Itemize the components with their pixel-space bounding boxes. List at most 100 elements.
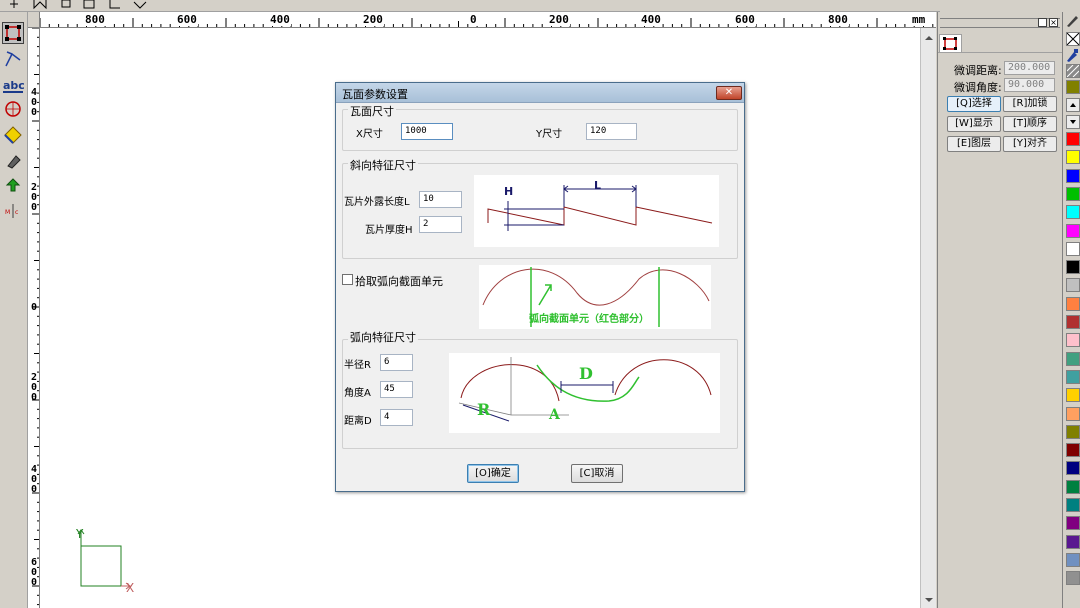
color-swatch[interactable] — [1066, 534, 1080, 549]
pick-arc-checkbox[interactable] — [342, 274, 353, 285]
diagram-h-label: H — [504, 185, 513, 198]
align-button[interactable]: [Y]对齐 — [1003, 136, 1057, 152]
color-swatch[interactable] — [1066, 205, 1080, 220]
ruler-label: 800 — [827, 13, 849, 26]
display-button[interactable]: [W]显示 — [947, 116, 1001, 132]
top-toolbar-icons[interactable] — [0, 0, 160, 12]
ruler-label: 600 — [176, 13, 198, 26]
fine-distance-field[interactable]: 200.000 — [1004, 61, 1055, 75]
color-swatch[interactable] — [1066, 351, 1080, 366]
ruler-label: 200 — [362, 13, 384, 26]
radius-input[interactable]: 6 — [380, 354, 413, 371]
slope-group-title: 斜向特征尺寸 — [348, 157, 418, 173]
color-swatch[interactable] — [1066, 260, 1080, 275]
tab-select[interactable] — [939, 34, 962, 52]
color-swatch[interactable] — [1066, 461, 1080, 476]
pick-arc-label: 拾取弧向截面单元 — [355, 275, 443, 288]
exposed-length-input[interactable]: 10 — [419, 191, 462, 208]
rectangle-select-icon[interactable] — [2, 22, 24, 44]
vertical-ruler: 4 0 0 2 0 0 0 2 0 0 4 0 0 6 0 0 — [28, 28, 40, 608]
node-edit-icon[interactable] — [2, 48, 24, 70]
palette-scroll-up-icon[interactable] — [1066, 98, 1080, 112]
color-swatch[interactable] — [1066, 388, 1080, 403]
dimension-tool-icon[interactable]: Mc — [2, 200, 24, 222]
color-palette — [1062, 12, 1080, 608]
layer-tool-icon[interactable] — [2, 174, 24, 196]
color-swatch[interactable] — [1066, 516, 1080, 531]
cancel-button[interactable]: [C]取消 — [571, 464, 623, 483]
no-color-icon[interactable] — [1066, 32, 1080, 46]
color-swatch[interactable] — [1066, 443, 1080, 458]
lock-button[interactable]: [R]加锁 — [1003, 96, 1057, 112]
scroll-up-icon[interactable] — [921, 30, 937, 46]
tile-parameters-dialog: 瓦面参数设置 ✕ 瓦面尺寸 X尺寸 1000 Y尺寸 120 斜向特征尺寸 瓦片… — [335, 82, 745, 492]
x-axis-label: X — [126, 581, 134, 595]
svg-text:c: c — [15, 209, 18, 216]
ruler-label: 600 — [734, 13, 756, 26]
color-swatch[interactable] — [1066, 80, 1080, 94]
ruler-label: 4 0 0 — [30, 87, 38, 118]
diagram-a-label: A — [548, 407, 561, 423]
dialog-titlebar[interactable]: 瓦面参数设置 ✕ — [336, 83, 744, 103]
text-tool-icon[interactable]: abc — [2, 74, 24, 96]
color-swatch[interactable] — [1066, 315, 1080, 329]
color-swatch[interactable] — [1066, 168, 1080, 183]
pattern-swatch[interactable] — [1066, 64, 1080, 78]
y-size-input[interactable]: 120 — [586, 123, 637, 140]
svg-text:abc: abc — [3, 79, 24, 92]
ruler-label: 6 0 0 — [30, 557, 38, 588]
fine-angle-label: 微调角度: — [954, 81, 1002, 94]
dialog-title: 瓦面参数设置 — [342, 88, 408, 101]
ruler-label: 0 — [469, 13, 478, 26]
dialog-close-button[interactable]: ✕ — [716, 86, 742, 100]
layer-button[interactable]: [E]图层 — [947, 136, 1001, 152]
ok-button[interactable]: [O]确定 — [467, 464, 519, 483]
horizontal-ruler: 800 600 400 200 0 200 400 600 800 mm — [40, 12, 936, 28]
pen-icon[interactable] — [1064, 14, 1080, 28]
color-swatch[interactable] — [1066, 424, 1080, 439]
ruler-label: 2 0 0 — [30, 182, 38, 213]
minimize-icon[interactable] — [1038, 18, 1047, 27]
color-swatch[interactable] — [1066, 223, 1080, 238]
vertical-scrollbar[interactable] — [920, 28, 936, 608]
distance-input[interactable]: 4 — [380, 409, 413, 426]
color-swatch[interactable] — [1066, 186, 1080, 201]
ruler-label: 800 — [84, 13, 106, 26]
color-swatch[interactable] — [1066, 406, 1080, 421]
close-icon[interactable]: × — [1049, 18, 1058, 27]
exposed-length-label: 瓦片外露长度L — [344, 197, 410, 208]
thickness-label: 瓦片厚度H — [365, 225, 413, 236]
color-swatch[interactable] — [1066, 333, 1080, 348]
arc-dimension-diagram: R A D — [449, 353, 720, 433]
color-swatch[interactable] — [1066, 241, 1080, 256]
color-swatch[interactable] — [1066, 278, 1080, 293]
x-size-input[interactable]: 1000 — [401, 123, 453, 140]
color-swatch[interactable] — [1066, 498, 1080, 512]
axis-indicator: Y X — [75, 527, 134, 595]
thickness-input[interactable]: 2 — [419, 216, 462, 233]
color-swatch[interactable] — [1066, 132, 1080, 146]
color-swatch[interactable] — [1066, 296, 1080, 311]
color-swatch[interactable] — [1066, 552, 1080, 567]
fill-tool-icon[interactable] — [2, 124, 24, 146]
select-button[interactable]: [Q]选择 — [947, 96, 1001, 112]
color-swatch[interactable] — [1066, 150, 1080, 165]
eraser-icon[interactable] — [2, 150, 24, 172]
radius-label: 半径R — [344, 360, 371, 371]
arc-caption: 弧向截面单元（红色部分） — [529, 312, 649, 325]
ruler-label: 400 — [640, 13, 662, 26]
order-button[interactable]: [T]顺序 — [1003, 116, 1057, 132]
color-swatch[interactable] — [1066, 369, 1080, 384]
size-group-title: 瓦面尺寸 — [348, 103, 396, 119]
circle-tool-icon[interactable] — [2, 98, 24, 120]
color-swatch[interactable] — [1066, 571, 1080, 586]
palette-scroll-down-icon[interactable] — [1066, 115, 1080, 129]
angle-input[interactable]: 45 — [380, 381, 413, 398]
diagram-r-label: R — [477, 400, 491, 419]
fine-angle-field[interactable]: 90.000 — [1004, 78, 1055, 92]
ruler-label: 400 — [269, 13, 291, 26]
scroll-down-icon[interactable] — [921, 592, 937, 608]
eyedropper-icon[interactable] — [1064, 48, 1080, 62]
color-swatch[interactable] — [1066, 479, 1080, 494]
x-size-label: X尺寸 — [356, 129, 383, 140]
